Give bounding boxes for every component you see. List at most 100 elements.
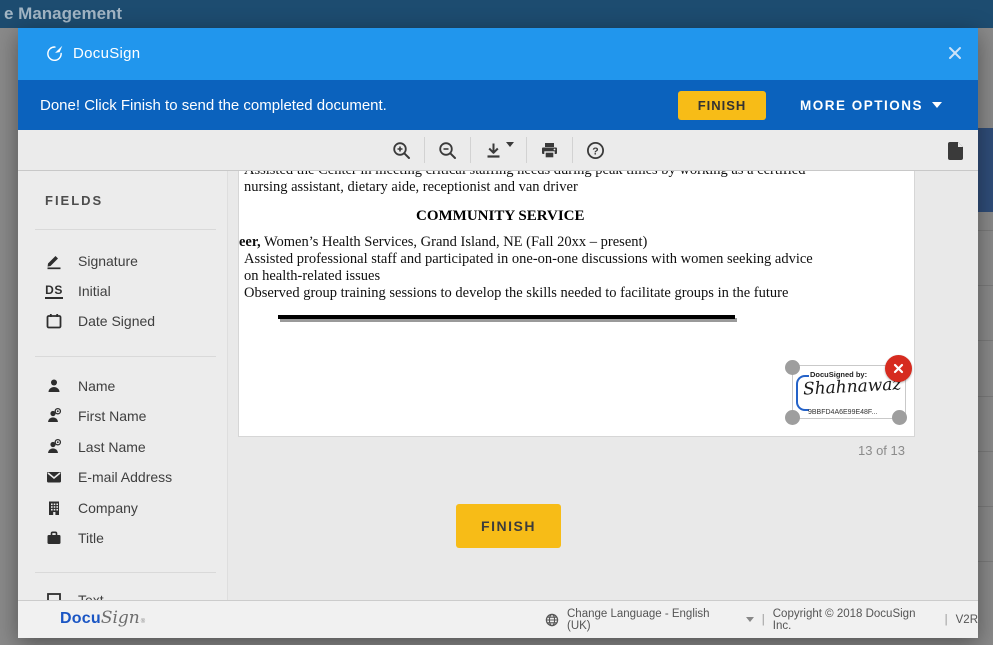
logo-sign: Sign (101, 608, 140, 628)
document-line: nursing assistant, dietary aide, recepti… (244, 179, 578, 196)
field-item-label: Last Name (78, 439, 146, 455)
field-item-label: Date Signed (78, 313, 155, 329)
resize-handle-bottom-left[interactable] (785, 410, 800, 425)
background-row-divider (978, 340, 993, 341)
brand-name: DocuSign (73, 45, 140, 62)
status-banner: Done! Click Finish to send the completed… (18, 80, 978, 130)
footer-separator: | (762, 614, 765, 626)
close-icon[interactable] (947, 45, 963, 61)
toolbar-divider (424, 137, 425, 163)
chevron-down-icon (506, 142, 514, 147)
field-item-date-signed[interactable]: Date Signed (45, 311, 155, 331)
print-icon (539, 140, 560, 161)
text-icon (45, 591, 63, 600)
background-row-divider (978, 561, 993, 562)
signature-icon (45, 252, 63, 270)
background-row-divider (978, 451, 993, 452)
sidebar-divider (35, 572, 216, 573)
background-app-header: e Management (0, 0, 993, 28)
field-item-last-name[interactable]: Last Name (45, 437, 146, 457)
person-badge-icon (45, 407, 63, 425)
toolbar-icon-group: ? (18, 130, 978, 170)
field-item-email[interactable]: E-mail Address (45, 467, 172, 487)
toolbar-divider (572, 137, 573, 163)
brand: DocuSign (45, 44, 140, 63)
download-button[interactable] (474, 134, 523, 167)
fields-title: FIELDS (45, 193, 103, 208)
logo-docu: Docu (60, 610, 101, 628)
version-text: V2R (956, 614, 978, 626)
field-item-title[interactable]: Title (45, 528, 104, 548)
screen: e Management DocuSign Done! Click Finish… (0, 0, 993, 645)
sidebar-divider (35, 229, 216, 230)
globe-icon (545, 613, 559, 627)
field-item-label: Initial (78, 283, 111, 299)
toolbar-divider (470, 137, 471, 163)
briefcase-icon (45, 529, 63, 547)
resize-handle-bottom-right[interactable] (892, 410, 907, 425)
help-button[interactable]: ? (576, 134, 615, 167)
chevron-down-icon (746, 617, 754, 622)
more-options-button[interactable]: MORE OPTIONS (800, 80, 942, 130)
document-heading: COMMUNITY SERVICE (416, 208, 585, 225)
zoom-in-icon (391, 140, 412, 161)
document-line: eer, Women’s Health Services, Grand Isla… (239, 234, 647, 251)
signature-stamp[interactable]: DocuSigned by: Shahnawaz 9BBFD4A6E99E48F… (792, 365, 906, 419)
document-line: on health-related issues (244, 268, 380, 285)
field-item-label: Name (78, 378, 115, 394)
field-item-label: Signature (78, 253, 138, 269)
zoom-out-button[interactable] (428, 134, 467, 167)
page-icon (944, 139, 968, 163)
status-message: Done! Click Finish to send the completed… (40, 80, 387, 130)
field-item-first-name[interactable]: First Name (45, 406, 146, 426)
print-button[interactable] (530, 134, 569, 167)
field-item-signature[interactable]: Signature (45, 251, 138, 271)
background-row-divider (978, 396, 993, 397)
resize-handle-top-left[interactable] (785, 360, 800, 375)
zoom-out-icon (437, 140, 458, 161)
calendar-icon (45, 312, 63, 330)
background-app-title: e Management (4, 4, 122, 24)
document-line-bold: eer, (239, 234, 261, 250)
zoom-in-button[interactable] (382, 134, 421, 167)
svg-text:?: ? (592, 145, 598, 157)
person-icon (45, 377, 63, 395)
document-page: Assisted the Center in meeting critical … (238, 171, 915, 437)
field-item-label: Company (78, 500, 138, 516)
initial-icon: DS (45, 282, 63, 300)
copyright-text: Copyright © 2018 DocuSign Inc. (773, 608, 937, 632)
background-row-divider (978, 285, 993, 286)
field-item-name[interactable]: Name (45, 376, 115, 396)
document-horizontal-rule (278, 315, 735, 319)
document-line: Assisted the Center in meeting critical … (244, 171, 805, 179)
document-viewer: Assisted the Center in meeting critical … (228, 171, 978, 600)
field-item-initial[interactable]: DS Initial (45, 281, 111, 301)
help-icon: ? (585, 140, 606, 161)
field-item-text[interactable]: Text (45, 590, 104, 600)
docusign-modal: DocuSign Done! Click Finish to send the … (18, 28, 978, 638)
finish-button-main[interactable]: FINISH (456, 504, 561, 548)
page-thumbnails-button[interactable] (942, 137, 970, 165)
finish-button-banner[interactable]: FINISH (678, 91, 766, 120)
building-icon (45, 499, 63, 517)
field-item-label: Text (78, 592, 104, 600)
stamp-id: 9BBFD4A6E99E48F... (808, 409, 877, 416)
field-item-label: E-mail Address (78, 469, 172, 485)
field-item-label: Title (78, 530, 104, 546)
background-sidebar-fragment (978, 128, 993, 212)
fields-sidebar: FIELDS Signature DS Initial Date Signed (18, 171, 228, 600)
modal-header: DocuSign (18, 28, 978, 80)
document-line: Observed group training sessions to deve… (244, 285, 788, 302)
docusign-footer-logo[interactable]: DocuSign® (60, 608, 145, 628)
sidebar-divider (35, 356, 216, 357)
stamp-signature-text: Shahnawaz (803, 374, 902, 399)
background-row-divider (978, 506, 993, 507)
field-item-company[interactable]: Company (45, 498, 138, 518)
more-options-label: MORE OPTIONS (800, 98, 923, 113)
document-line: Assisted professional staff and particip… (244, 251, 813, 268)
person-badge-icon (45, 438, 63, 456)
download-icon (483, 140, 504, 161)
delete-stamp-button[interactable] (885, 355, 912, 382)
registered-mark: ® (141, 619, 145, 625)
change-language-selector[interactable]: Change Language - English (UK) (567, 608, 754, 632)
